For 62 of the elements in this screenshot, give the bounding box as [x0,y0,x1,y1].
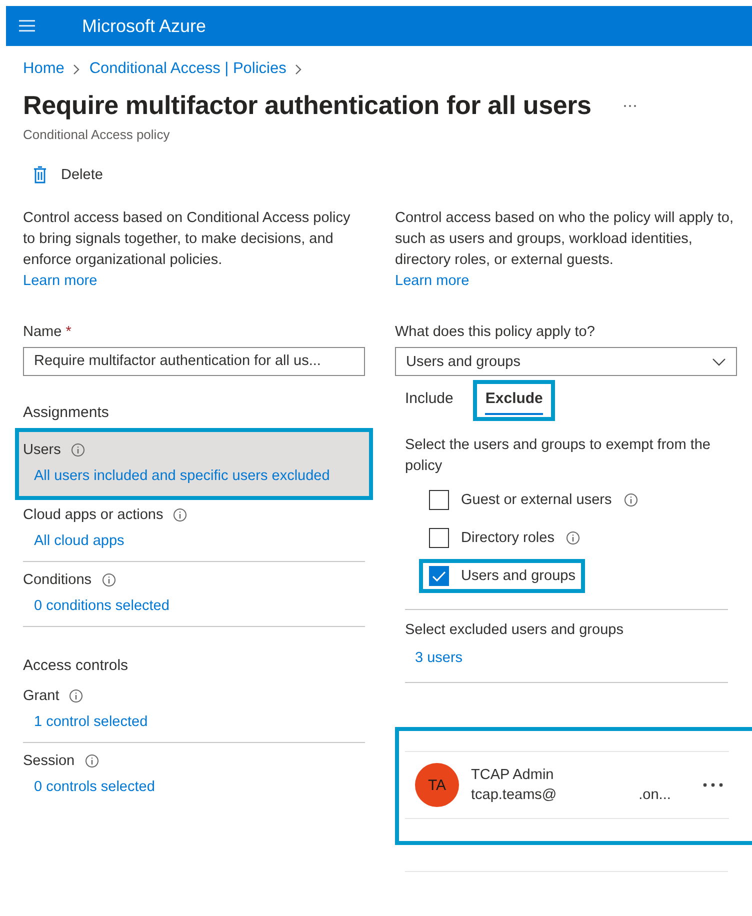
checkbox-label: Directory roles [461,530,554,546]
info-icon[interactable] [102,573,116,587]
assignment-item[interactable]: Cloud apps or actions All cloud apps [23,497,365,561]
delete-button[interactable]: Delete [23,162,113,188]
section-heading: Access controls [23,657,130,674]
avatar: TA [415,763,459,807]
info-icon[interactable] [84,754,99,768]
checkbox[interactable] [429,566,449,586]
checkmark-icon [432,570,446,582]
breadcrumb-link[interactable]: Conditional Access | Policies [89,60,286,78]
more-icon[interactable] [703,783,723,787]
checkbox[interactable] [429,490,449,510]
app-title[interactable]: Microsoft Azure [82,16,206,36]
section-heading: Assignments [23,404,110,421]
required-mark: * [66,324,72,340]
menu-icon[interactable] [19,20,35,32]
highlighted-assignment[interactable]: Users All users included and specific users excluded [19,432,369,496]
user-name: TCAP Admin [471,766,555,785]
checkbox-label: Guest or external users [461,492,612,508]
description-text: Control access based on Conditional Access policy to bring signals together, to make decisions, and enforce organizational policies. [23,209,352,270]
access-control-item[interactable]: Grant 1 control selected [23,678,365,742]
page-subtitle: Conditional Access policy [23,127,171,142]
field-label: What does this policy apply to? [395,324,596,340]
assignment-link[interactable]: All cloud apps [34,533,124,549]
tab[interactable]: Exclude [485,386,543,415]
description-text: Control access based on who the policy will apply to, such as users and groups, workload identities, directory roles, or external guests. [395,209,735,270]
user-email-domain: .on... [638,786,671,805]
learn-more-link[interactable]: Learn more [23,271,98,292]
assignment-item[interactable]: Conditions 0 conditions selected [23,562,365,626]
user-email: tcap.teams@ [471,786,557,805]
assignment-link[interactable]: 0 conditions selected [34,598,170,614]
field-label: Name [23,324,62,340]
access-control-label: Grant [23,688,60,704]
excluded-users-link[interactable]: 3 users [415,650,463,666]
page-title: Require multifactor authentication for all users [23,90,592,121]
assignment-label: Users [23,442,61,458]
tab[interactable]: Include [405,386,454,415]
more-icon[interactable] [623,104,638,108]
instruction-text: Select the users and groups to exempt from the policy [405,436,712,476]
chevron-icon [295,64,302,74]
applies-to-dropdown[interactable]: Users and groups [395,347,737,376]
trash-icon [33,166,47,184]
info-icon[interactable] [173,508,188,522]
access-control-label: Session [23,753,75,769]
assignment-label: Cloud apps or actions [23,507,164,523]
learn-more-link[interactable]: Learn more [395,271,470,292]
access-control-link[interactable]: 0 controls selected [34,779,155,795]
assignment-label: Conditions [23,572,92,588]
access-control-link[interactable]: 1 control selected [34,714,148,730]
info-icon[interactable] [70,443,85,457]
breadcrumb-link[interactable]: Home [23,60,64,78]
checkbox[interactable] [429,528,449,548]
chevron-down-icon [712,358,726,366]
info-icon[interactable] [624,493,638,507]
info-icon[interactable] [69,689,84,703]
chevron-icon [73,64,80,74]
info-icon[interactable] [566,531,580,545]
name-field[interactable]: Require multifactor authentication for all us... [23,347,365,376]
assignment-link[interactable]: All users included and specific users excluded [34,468,330,484]
access-control-item[interactable]: Session 0 controls selected [23,743,365,807]
checkbox-label: Users and groups [461,568,576,584]
field-label: Select excluded users and groups [405,622,624,638]
